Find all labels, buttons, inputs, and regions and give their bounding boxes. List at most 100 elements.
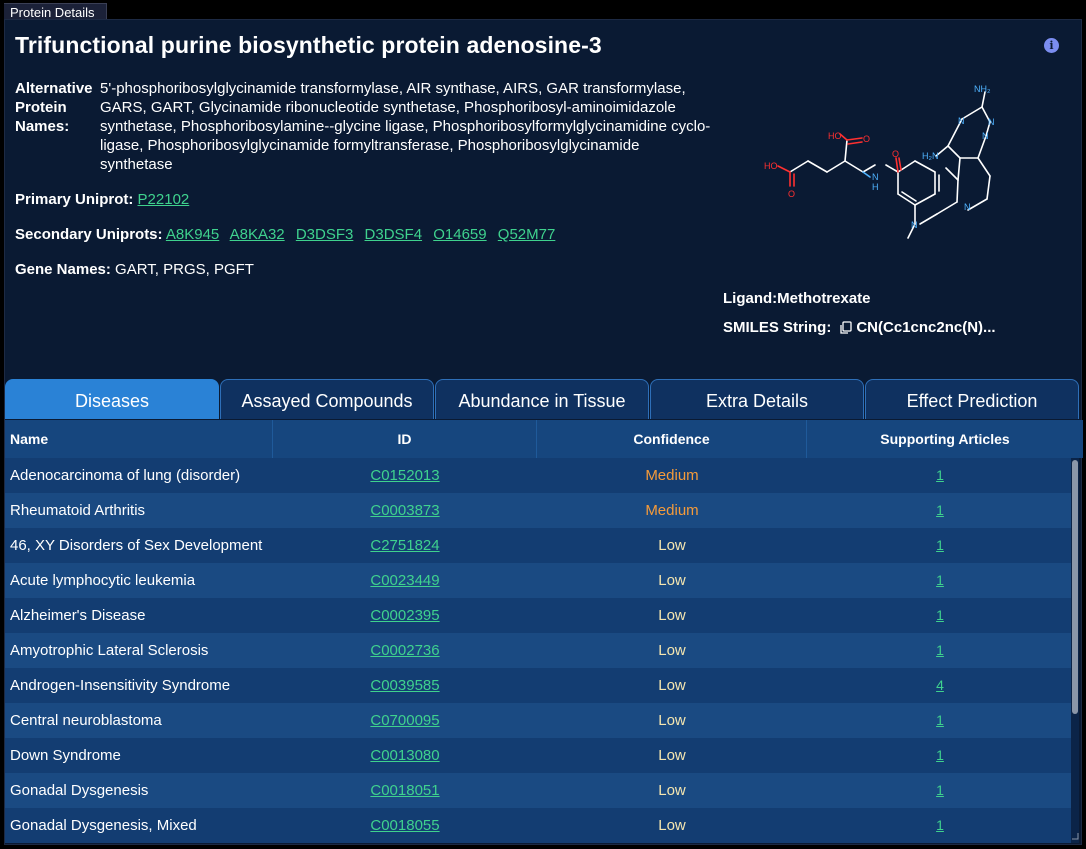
- atom-label: H₂N: [922, 151, 939, 161]
- tab-abundance-in-tissue[interactable]: Abundance in Tissue: [435, 379, 649, 419]
- supporting-articles-link[interactable]: 1: [936, 607, 944, 623]
- gene-names-value: GART, PRGS, PGFT: [115, 261, 254, 278]
- info-icon[interactable]: i: [1044, 38, 1059, 53]
- supporting-articles-link[interactable]: 1: [936, 572, 944, 588]
- disease-id-link[interactable]: C0018051: [370, 782, 439, 799]
- atom-label: N: [964, 202, 971, 212]
- primary-uniprot-label: Primary Uniprot:: [15, 191, 134, 208]
- table-row[interactable]: Gonadal Dysgenesis, Mixed C0018055 Low 1: [5, 808, 1073, 843]
- primary-uniprot-link[interactable]: P22102: [138, 191, 190, 208]
- disease-id-link[interactable]: C2751824: [370, 537, 439, 554]
- disease-name: Gonadal Dysgenesis, Mixed: [10, 817, 197, 834]
- atom-label: NH₂: [974, 84, 991, 94]
- confidence-value: Medium: [645, 467, 699, 484]
- ligand-row: Ligand:Methotrexate: [723, 290, 871, 307]
- column-header-name[interactable]: Name: [5, 420, 273, 458]
- tab-bar: Diseases Assayed Compounds Abundance in …: [5, 379, 1083, 419]
- disease-id-cell: C0023449: [273, 563, 537, 598]
- supporting-articles-cell: 1: [807, 773, 1073, 808]
- table-row[interactable]: 46, XY Disorders of Sex Development C2751…: [5, 528, 1073, 563]
- smiles-value: CN(Cc1cnc2nc(N)...: [856, 319, 996, 336]
- atom-label: H: [872, 182, 879, 192]
- supporting-articles-link[interactable]: 1: [936, 642, 944, 658]
- tab-effect-prediction[interactable]: Effect Prediction: [865, 379, 1079, 419]
- disease-id-link[interactable]: C0018055: [370, 817, 439, 834]
- atom-label: HO: [828, 131, 842, 141]
- secondary-uniprot-link[interactable]: Q52M77: [498, 226, 556, 243]
- gene-names-label: Gene Names:: [15, 261, 111, 278]
- disease-id-cell: C0700095: [273, 703, 537, 738]
- atom-label: O: [863, 134, 870, 144]
- supporting-articles-cell: 1: [807, 598, 1073, 633]
- disease-name: Amyotrophic Lateral Sclerosis: [10, 642, 209, 659]
- confidence-value: Low: [658, 747, 686, 764]
- ligand-label: Ligand:: [723, 290, 778, 307]
- confidence-value: Low: [658, 537, 686, 554]
- disease-id-cell: C0002395: [273, 598, 537, 633]
- supporting-articles-link[interactable]: 1: [936, 782, 944, 798]
- disease-id-link[interactable]: C0039585: [370, 677, 439, 694]
- supporting-articles-link[interactable]: 4: [936, 677, 944, 693]
- supporting-articles-link[interactable]: 1: [936, 712, 944, 728]
- supporting-articles-link[interactable]: 1: [936, 747, 944, 763]
- table-scrollbar[interactable]: [1071, 458, 1079, 843]
- secondary-uniprot-link[interactable]: D3DSF4: [365, 226, 423, 243]
- column-header-supporting-articles[interactable]: Supporting Articles: [807, 420, 1083, 458]
- table-row[interactable]: Alzheimer's Disease C0002395 Low 1: [5, 598, 1073, 633]
- disease-id-link[interactable]: C0023449: [370, 572, 439, 589]
- table-row[interactable]: Acute lymphocytic leukemia C0023449 Low 1: [5, 563, 1073, 598]
- confidence-value: Low: [658, 712, 686, 729]
- alternative-names-value: 5'-phosphoribosylglycinamide transformyl…: [100, 80, 711, 173]
- tab-assayed-compounds[interactable]: Assayed Compounds: [220, 379, 434, 419]
- table-row[interactable]: Central neuroblastoma C0700095 Low 1: [5, 703, 1073, 738]
- supporting-articles-cell: 1: [807, 563, 1073, 598]
- smiles-row: SMILES String: CN(Cc1cnc2nc(N)...: [723, 319, 996, 336]
- atom-label: HO: [764, 161, 778, 171]
- secondary-uniprot-link[interactable]: D3DSF3: [296, 226, 354, 243]
- supporting-articles-link[interactable]: 1: [936, 502, 944, 518]
- disease-id-link[interactable]: C0002395: [370, 607, 439, 624]
- disease-id-link[interactable]: C0002736: [370, 642, 439, 659]
- disease-id-link[interactable]: C0152013: [370, 467, 439, 484]
- supporting-articles-cell: 1: [807, 808, 1073, 843]
- disease-name: Down Syndrome: [10, 747, 121, 764]
- table-row[interactable]: Androgen-Insensitivity Syndrome C0039585 L…: [5, 668, 1073, 703]
- tab-extra-details[interactable]: Extra Details: [650, 379, 864, 419]
- secondary-uniprot-link[interactable]: A8KA32: [230, 226, 285, 243]
- supporting-articles-link[interactable]: 1: [936, 817, 944, 833]
- confidence-value: Low: [658, 607, 686, 624]
- atom-label: N: [988, 117, 995, 127]
- table-row[interactable]: Amyotrophic Lateral Sclerosis C0002736 Low…: [5, 633, 1073, 668]
- disease-name: Alzheimer's Disease: [10, 607, 146, 624]
- table-body: Adenocarcinoma of lung (disorder) C015201…: [5, 458, 1073, 843]
- table-row[interactable]: Gonadal Dysgenesis C0018051 Low 1: [5, 773, 1073, 808]
- supporting-articles-link[interactable]: 1: [936, 467, 944, 483]
- column-header-id[interactable]: ID: [273, 420, 537, 458]
- secondary-uniprot-link[interactable]: A8K945: [166, 226, 219, 243]
- disease-id-link[interactable]: C0700095: [370, 712, 439, 729]
- disease-name: Gonadal Dysgenesis: [10, 782, 149, 799]
- resize-handle-icon[interactable]: [1071, 832, 1079, 840]
- table-row[interactable]: Adenocarcinoma of lung (disorder) C015201…: [5, 458, 1073, 493]
- disease-name: Adenocarcinoma of lung (disorder): [10, 467, 241, 484]
- table-row[interactable]: Rheumatoid Arthritis C0003873 Medium 1: [5, 493, 1073, 528]
- smiles-label: SMILES String:: [723, 319, 832, 336]
- secondary-uniprot-link[interactable]: O14659: [433, 226, 486, 243]
- secondary-uniprots-row: Secondary Uniprots: A8K945 A8KA32 D3DSF3…: [15, 226, 562, 243]
- disease-id-link[interactable]: C0013080: [370, 747, 439, 764]
- disease-id-cell: C0013080: [273, 738, 537, 773]
- disease-name: Central neuroblastoma: [10, 712, 162, 729]
- copy-icon[interactable]: [839, 320, 853, 335]
- ligand-name: Methotrexate: [777, 290, 871, 307]
- window-tab[interactable]: Protein Details: [4, 3, 107, 20]
- disease-id-cell: C0018051: [273, 773, 537, 808]
- disease-id-link[interactable]: C0003873: [370, 502, 439, 519]
- supporting-articles-cell: 1: [807, 633, 1073, 668]
- alternative-names-label: Alternative Protein Names:: [15, 80, 93, 135]
- tab-diseases[interactable]: Diseases: [5, 379, 219, 419]
- scrollbar-thumb[interactable]: [1072, 460, 1078, 714]
- supporting-articles-link[interactable]: 1: [936, 537, 944, 553]
- table-row[interactable]: Down Syndrome C0013080 Low 1: [5, 738, 1073, 773]
- column-header-confidence[interactable]: Confidence: [537, 420, 807, 458]
- atom-label: N: [958, 116, 965, 126]
